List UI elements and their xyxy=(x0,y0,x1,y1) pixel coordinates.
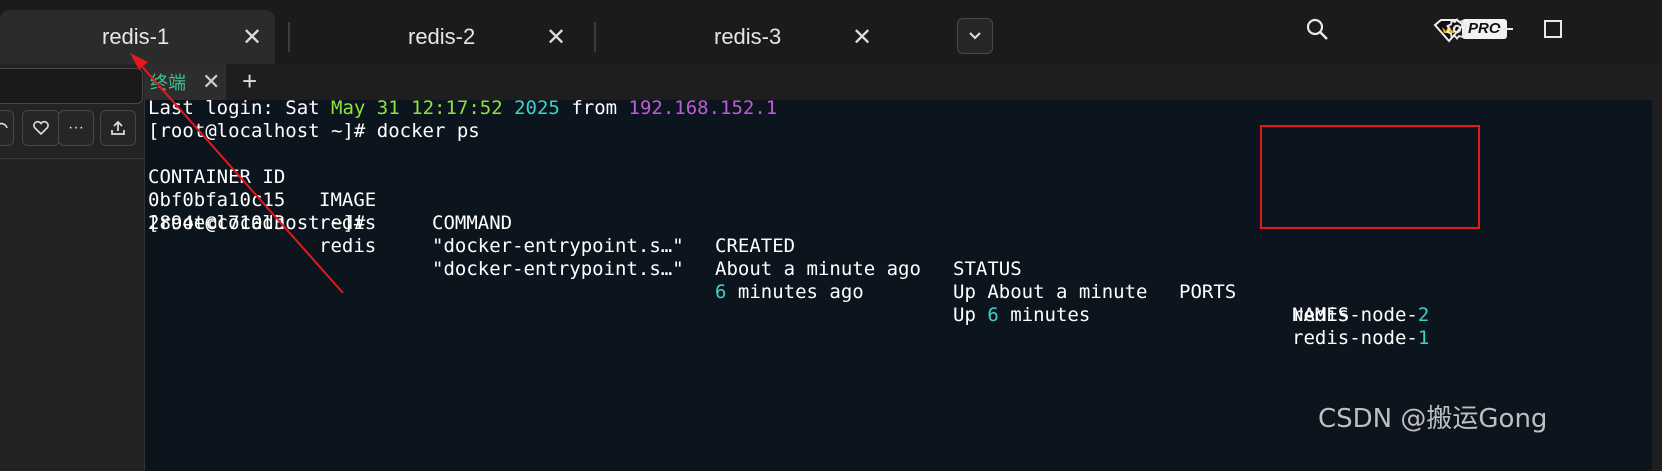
watermark: CSDN @搬运Gong xyxy=(1318,404,1548,434)
